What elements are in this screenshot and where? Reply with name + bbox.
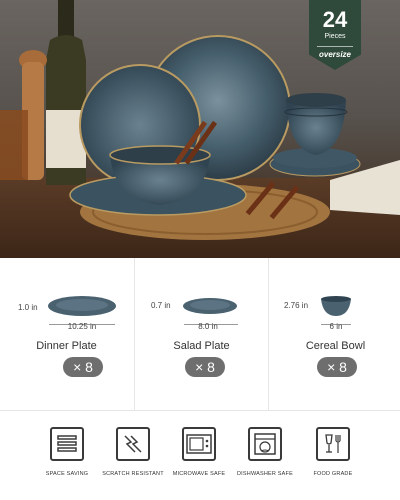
feature-dishwasher-safe: DISHWASHER SAFE [228, 427, 302, 477]
salad-plate-icon [183, 298, 237, 314]
product-photo: 24 Pieces oversize [0, 0, 400, 258]
dinner-plate-width: 10.25 in [67, 322, 97, 331]
microwave-icon [182, 427, 216, 461]
feature-scratch-resistant: SCRATCH RESISTANT [96, 427, 170, 477]
glass [0, 110, 28, 180]
dinner-plate-icon [48, 296, 116, 316]
cereal-bowl-qty: × 8 [317, 357, 357, 377]
feature-icons: SPACE SAVING SCRATCH RESISTANT MICROWAVE… [0, 410, 400, 500]
dinner-plate-height: 1.0 in [18, 303, 38, 312]
dinner-plate-spec: 1.0 in 10.25 in Dinner Plate × 8 [0, 258, 133, 410]
cereal-bowl-spec: 2.76 in 6 in Cereal Bowl × 8 [268, 258, 400, 410]
piece-count: 24 [322, 7, 348, 32]
wine-bottle [46, 0, 86, 185]
badge-divider [317, 46, 353, 47]
dinner-plate-qty: × 8 [63, 357, 103, 377]
cereal-bowl-name: Cereal Bowl [305, 340, 366, 352]
scratch-icon [116, 427, 150, 461]
size-specs: 1.0 in 10.25 in Dinner Plate × 8 0.7 in … [0, 258, 400, 410]
oversize-tag: oversize [318, 50, 352, 59]
salad-plate-name: Salad Plate [173, 340, 230, 352]
dinner-plate-name: Dinner Plate [36, 340, 97, 352]
feature-label: SCRATCH RESISTANT [102, 471, 164, 477]
feature-label: DISHWASHER SAFE [237, 471, 293, 477]
cereal-bowl-icon [321, 296, 351, 316]
salad-plate-qty: × 8 [185, 357, 225, 377]
feature-label: MICROWAVE SAFE [172, 471, 226, 477]
dishwasher-icon [248, 427, 282, 461]
feature-label: SPACE SAVING [45, 471, 89, 477]
feature-space-saving: SPACE SAVING [30, 427, 104, 477]
feature-label: FOOD GRADE [313, 471, 353, 477]
salad-plate-spec: 0.7 in 8.0 in Salad Plate × 8 [134, 258, 267, 410]
feature-microwave-safe: MICROWAVE SAFE [162, 427, 236, 477]
piece-unit: Pieces [324, 33, 346, 40]
salad-plate-width: 8.0 in [198, 322, 218, 331]
cereal-bowl-width: 6 in [329, 322, 343, 331]
cereal-bowl-height: 2.76 in [284, 301, 309, 310]
glass-fork-icon [316, 427, 350, 461]
stacked-plates-icon [50, 427, 84, 461]
salad-plate-height: 0.7 in [151, 301, 171, 310]
feature-food-grade: FOOD GRADE [296, 427, 370, 477]
